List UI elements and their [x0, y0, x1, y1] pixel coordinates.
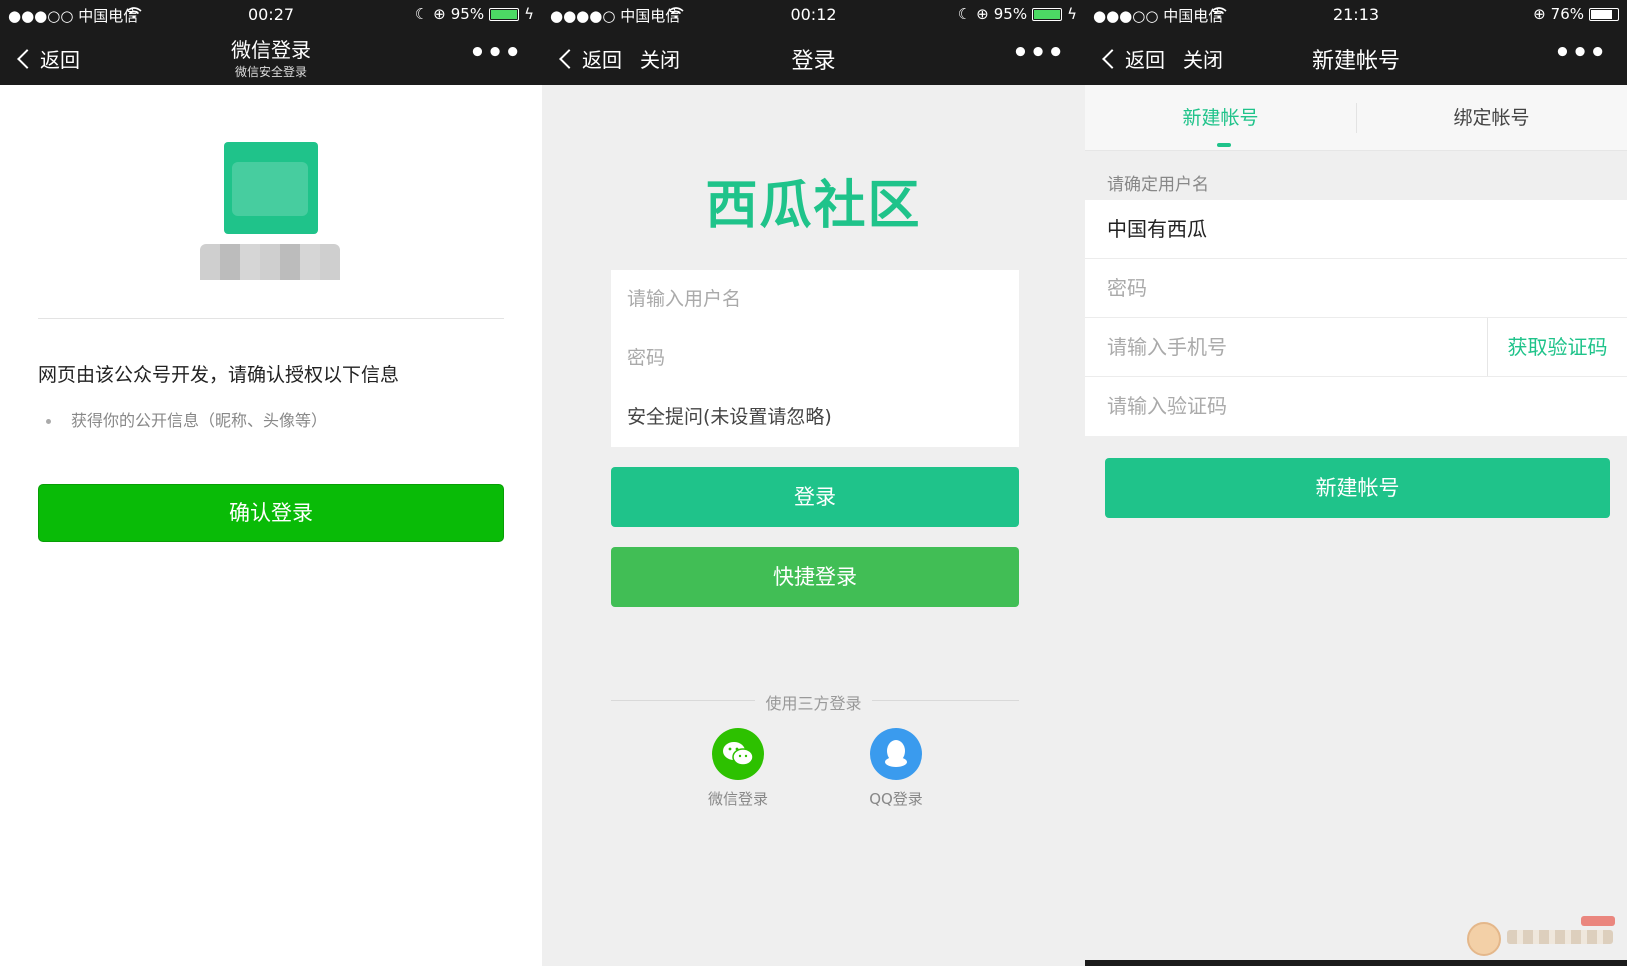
account-name-blurred — [200, 244, 340, 280]
auth-title: 网页由该公众号开发，请确认授权以下信息 — [38, 364, 400, 386]
community-login-screen: ●●●●○ 中国电信 00:12 ☾ ⊕ 95% ϟ 返回 关闭 登录 ••• … — [542, 0, 1085, 966]
security-question-select[interactable]: 安全提问(未设置请忽略) — [611, 388, 1019, 447]
status-bar: ●●●●○ 中国电信 00:12 ☾ ⊕ 95% ϟ — [542, 0, 1085, 30]
page-subtitle: 微信安全登录 — [234, 65, 307, 79]
more-dots-icon[interactable]: ••• — [1554, 38, 1607, 68]
get-code-button[interactable]: 获取验证码 — [1487, 318, 1627, 376]
battery-percent: 76% — [1550, 5, 1584, 23]
auth-item-label: 获得你的公开信息（昵称、头像等） — [71, 411, 328, 430]
rotation-lock-icon: ⊕ — [976, 5, 989, 23]
bottom-bar — [1085, 960, 1627, 966]
third-party-title: 使用三方登录 — [542, 690, 1085, 714]
phone-placeholder: 请输入手机号 — [1107, 335, 1227, 359]
bullet-icon — [46, 419, 51, 424]
brand-logo: 西瓜社区 — [705, 176, 922, 236]
code-field[interactable]: 请输入验证码 — [1085, 377, 1627, 436]
charging-icon: ϟ — [524, 5, 534, 23]
more-dots-icon[interactable]: ••• — [1012, 38, 1065, 68]
moon-icon: ☾ — [414, 5, 429, 23]
battery-icon — [1589, 7, 1619, 21]
password-input[interactable]: 密码 — [611, 329, 1019, 388]
status-bar: ●●●○○ 中国电信 21:13 ⊕ 76% — [1085, 0, 1627, 30]
nav-bar: 返回 微信登录 微信安全登录 ••• — [0, 30, 542, 85]
rotation-lock-icon: ⊕ — [433, 5, 446, 23]
wechat-login-label[interactable]: 微信登录 — [693, 788, 783, 809]
divider — [38, 318, 504, 319]
page-title: 登录 — [791, 49, 836, 74]
quick-login-button[interactable]: 快捷登录 — [611, 547, 1019, 607]
battery-percent: 95% — [993, 5, 1028, 23]
create-account-screen: ●●●○○ 中国电信 21:13 ⊕ 76% 返回 关闭 新建帐号 ••• 新建… — [1085, 0, 1627, 966]
qq-icon[interactable] — [870, 728, 922, 780]
create-form: 中国有西瓜 密码 请输入手机号 获取验证码 请输入验证码 — [1085, 200, 1627, 436]
battery-percent: 95% — [450, 5, 485, 23]
page-title: 新建帐号 — [1311, 49, 1400, 74]
username-field[interactable]: 中国有西瓜 — [1085, 200, 1627, 259]
confirm-login-button[interactable]: 确认登录 — [38, 484, 504, 542]
watermark-logo — [1467, 916, 1617, 958]
account-avatar — [224, 142, 318, 234]
page-title: 微信登录 — [231, 38, 311, 62]
qq-login-label[interactable]: QQ登录 — [851, 788, 941, 809]
screens-row: ●●●○○ 中国电信 00:27 ☾ ⊕ 95% ϟ 返回 微信登录 微信安全登… — [0, 0, 1627, 966]
rotation-lock-icon: ⊕ — [1533, 5, 1546, 23]
nav-bar: 返回 关闭 新建帐号 ••• — [1085, 30, 1627, 85]
wechat-login-screen: ●●●○○ 中国电信 00:27 ☾ ⊕ 95% ϟ 返回 微信登录 微信安全登… — [0, 0, 542, 966]
active-tab-indicator — [1217, 143, 1231, 147]
wechat-icon[interactable] — [712, 728, 764, 780]
phone-field[interactable]: 请输入手机号 获取验证码 — [1085, 318, 1627, 377]
auth-item: 获得你的公开信息（昵称、头像等） — [46, 407, 327, 431]
create-account-button[interactable]: 新建帐号 — [1105, 458, 1610, 518]
battery-icon — [489, 7, 520, 21]
tab-bar: 新建帐号 绑定帐号 — [1085, 85, 1627, 151]
charging-icon: ϟ — [1067, 5, 1077, 23]
moon-icon: ☾ — [957, 5, 972, 23]
battery-icon — [1032, 7, 1063, 21]
nav-bar: 返回 关闭 登录 ••• — [542, 30, 1085, 85]
username-input[interactable]: 请输入用户名 — [611, 270, 1019, 329]
login-button[interactable]: 登录 — [611, 467, 1019, 527]
more-dots-icon[interactable]: ••• — [469, 38, 522, 68]
username-label: 请确定用户名 — [1107, 175, 1209, 195]
status-bar: ●●●○○ 中国电信 00:27 ☾ ⊕ 95% ϟ — [0, 0, 542, 30]
login-form: 请输入用户名 密码 安全提问(未设置请忽略) — [611, 270, 1019, 447]
tab-create-account[interactable]: 新建帐号 — [1085, 85, 1356, 151]
tab-bind-account[interactable]: 绑定帐号 — [1356, 85, 1627, 151]
password-field[interactable]: 密码 — [1085, 259, 1627, 318]
